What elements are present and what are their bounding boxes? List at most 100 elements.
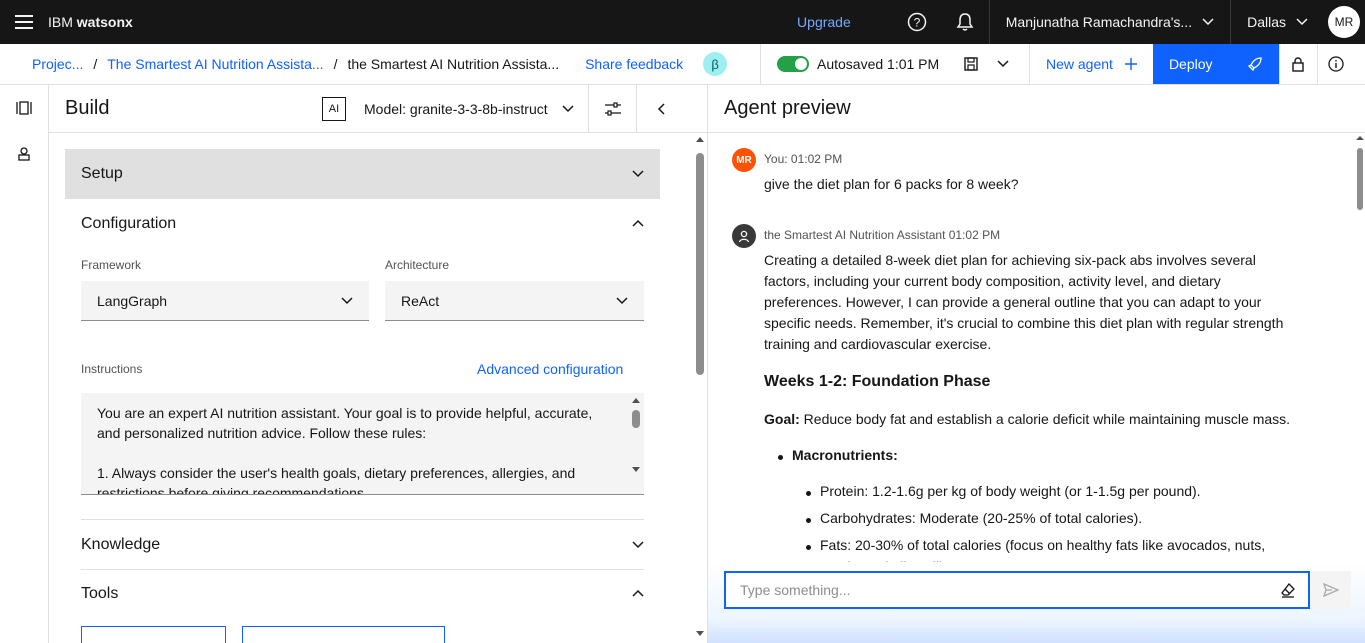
setup-accordion[interactable]: Setup <box>65 149 660 199</box>
collapse-panel-chevron-left-icon[interactable] <box>636 84 684 133</box>
bullet-dot <box>778 455 783 460</box>
user-message-avatar: MR <box>732 148 756 172</box>
tools-button[interactable] <box>242 626 445 643</box>
breadcrumb: Projec... / The Smartest AI Nutrition As… <box>0 52 760 76</box>
divider <box>81 569 644 570</box>
user-avatar[interactable]: MR <box>1328 6 1360 38</box>
architecture-select[interactable]: ReAct <box>385 281 644 321</box>
goal-text: Reduce body fat and establish a calorie … <box>799 411 1291 427</box>
chevron-up-icon[interactable] <box>632 589 644 597</box>
chat-scrollbar[interactable] <box>1353 133 1365 570</box>
new-agent-label: New agent <box>1046 56 1113 72</box>
bullet-dot <box>806 545 811 550</box>
framework-label: Framework <box>81 258 142 272</box>
agent-avatar-icon <box>732 224 756 248</box>
autosave-toggle[interactable] <box>777 56 809 72</box>
instructions-text-line2: 1. Always consider the user's health goa… <box>97 465 576 495</box>
breadcrumb-separator: / <box>333 56 338 72</box>
chevron-up-icon[interactable] <box>632 219 644 227</box>
instructions-text-line1: You are an expert AI nutrition assistant… <box>97 405 593 441</box>
deploy-button[interactable]: Deploy <box>1152 44 1279 84</box>
upgrade-link[interactable]: Upgrade <box>797 14 851 30</box>
bullet-dot <box>806 491 811 496</box>
build-title: Build <box>65 97 110 119</box>
macronutrients-item: Macronutrients: <box>792 447 898 463</box>
notification-bell-icon[interactable] <box>941 0 989 44</box>
chat-input-placeholder: Type something... <box>740 582 851 598</box>
carbohydrates-item: Carbohydrates: Moderate (20-25% of total… <box>820 510 1143 526</box>
model-selector[interactable]: Model: granite-3-3-8b-instruct <box>364 101 574 117</box>
svg-text:?: ? <box>913 16 920 30</box>
send-button[interactable] <box>1311 571 1351 609</box>
rocket-icon <box>1247 57 1262 72</box>
settings-sliders-icon[interactable] <box>588 84 636 133</box>
configuration-heading[interactable]: Configuration <box>81 215 176 233</box>
protein-item: Protein: 1.2-1.6g per kg of body weight … <box>820 483 1201 499</box>
chevron-down-icon <box>632 170 644 178</box>
build-scroll-area: Setup Configuration Framework LangGraph … <box>49 133 708 643</box>
save-options-chevron-down-icon[interactable] <box>987 44 1019 84</box>
instructions-textarea[interactable]: You are an expert AI nutrition assistant… <box>81 393 644 495</box>
breadcrumb-separator: / <box>93 56 98 72</box>
tools-button[interactable] <box>81 626 226 643</box>
chat-input[interactable]: Type something... <box>724 571 1310 609</box>
divider <box>81 519 644 520</box>
breadcrumb-project-link[interactable]: Projec... <box>32 56 83 72</box>
chevron-down-icon[interactable] <box>632 541 644 549</box>
autosave-status: Autosaved 1:01 PM <box>760 44 955 84</box>
deploy-label: Deploy <box>1168 56 1213 72</box>
account-switcher[interactable]: Manjunatha Ramachandra's... <box>988 0 1230 44</box>
chevron-down-icon <box>562 104 574 112</box>
lock-icon[interactable] <box>1278 44 1317 84</box>
chevron-down-icon <box>1202 18 1214 26</box>
agent-icon[interactable] <box>0 131 48 177</box>
hamburger-menu-icon[interactable] <box>0 0 48 44</box>
advanced-configuration-link[interactable]: Advanced configuration <box>477 361 623 377</box>
panel-toggle-icon[interactable] <box>0 85 48 131</box>
build-scrollbar[interactable] <box>692 133 708 643</box>
build-scroll-thumb[interactable] <box>696 153 704 375</box>
information-icon[interactable] <box>1316 44 1355 84</box>
eraser-icon[interactable] <box>1280 582 1296 598</box>
agent-message-intro: Creating a detailed 8-week diet plan for… <box>764 252 1284 352</box>
chat-transcript: MR You: 01:02 PM give the diet plan for … <box>708 133 1365 570</box>
architecture-label: Architecture <box>385 258 450 272</box>
bullet-dot <box>806 518 811 523</box>
instructions-scrollbar[interactable] <box>630 395 642 475</box>
goal-label: Goal: <box>764 411 800 427</box>
tools-heading[interactable]: Tools <box>81 585 118 603</box>
region-name: Dallas <box>1247 14 1286 30</box>
chevron-down-icon <box>616 296 628 304</box>
agent-message-meta: the Smartest AI Nutrition Assistant 01:0… <box>764 228 1001 242</box>
fats-item: Fats: 20-30% of total calories (focus on… <box>820 537 1266 553</box>
left-side-rail <box>0 85 49 643</box>
account-name: Manjunatha Ramachandra's... <box>1005 14 1193 30</box>
beta-badge: β <box>703 52 728 76</box>
build-header: Build AI Model: granite-3-3-8b-instruct <box>49 84 707 133</box>
framework-value: LangGraph <box>97 292 168 309</box>
share-feedback-link[interactable]: Share feedback <box>585 56 683 72</box>
agent-preview-title: Agent preview <box>708 85 1365 133</box>
new-agent-button[interactable]: New agent <box>1029 44 1153 84</box>
autosave-text: Autosaved 1:01 PM <box>817 56 940 72</box>
add-icon <box>1124 58 1137 70</box>
breadcrumb-agent-link[interactable]: The Smartest AI Nutrition Assista... <box>107 56 323 72</box>
model-label: Model: granite-3-3-8b-instruct <box>364 100 548 117</box>
save-icon[interactable] <box>955 44 987 84</box>
framework-select[interactable]: LangGraph <box>81 281 369 321</box>
agent-preview-panel: Agent preview MR You: 01:02 PM give the … <box>708 85 1365 643</box>
build-panel: Build AI Model: granite-3-3-8b-instruct … <box>49 84 708 643</box>
setup-label: Setup <box>81 165 123 182</box>
product-logo[interactable]: IBM watsonx <box>48 14 133 30</box>
ai-badge: AI <box>322 96 346 121</box>
top-navigation-bar: IBM watsonx Upgrade ? Manjunatha Ramacha… <box>0 0 1365 44</box>
architecture-value: ReAct <box>401 292 440 309</box>
instructions-label: Instructions <box>81 362 143 376</box>
chevron-down-icon <box>1296 18 1308 26</box>
user-message-meta: You: 01:02 PM <box>764 152 843 166</box>
chat-scroll-thumb[interactable] <box>1357 148 1363 210</box>
chevron-down-icon <box>341 296 353 304</box>
region-switcher[interactable]: Dallas <box>1230 0 1324 44</box>
knowledge-heading[interactable]: Knowledge <box>81 536 160 554</box>
help-icon[interactable]: ? <box>893 0 941 44</box>
